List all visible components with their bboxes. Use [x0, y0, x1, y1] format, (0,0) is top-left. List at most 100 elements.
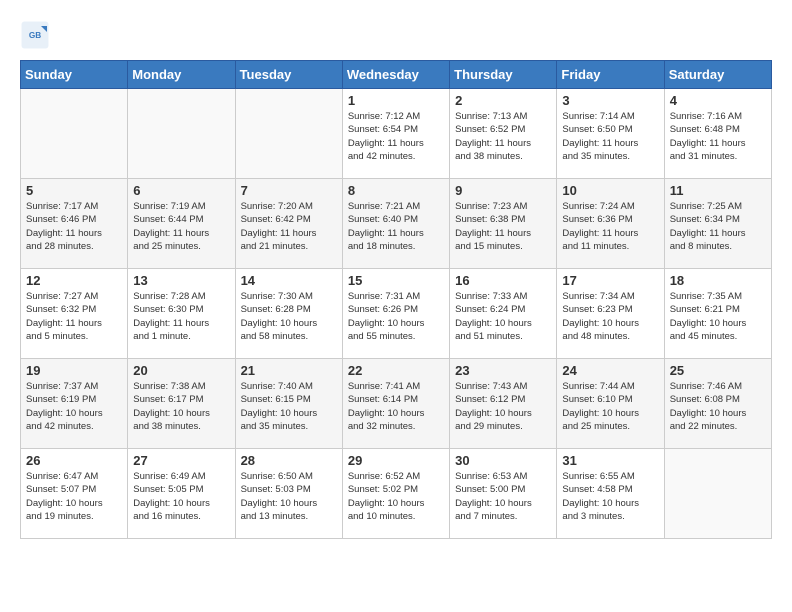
day-info: Sunrise: 7:46 AM Sunset: 6:08 PM Dayligh… [670, 380, 766, 433]
day-number: 22 [348, 363, 444, 378]
day-cell: 15 Sunrise: 7:31 AM Sunset: 6:26 PM Dayli… [342, 269, 449, 359]
day-info: Sunrise: 6:52 AM Sunset: 5:02 PM Dayligh… [348, 470, 444, 523]
day-info: Sunrise: 7:33 AM Sunset: 6:24 PM Dayligh… [455, 290, 551, 343]
day-number: 14 [241, 273, 337, 288]
day-cell: 2 Sunrise: 7:13 AM Sunset: 6:52 PM Daylig… [450, 89, 557, 179]
week-row-5: 26Sunrise: 6:47 AM Sunset: 5:07 PM Dayli… [21, 449, 772, 539]
day-info: Sunrise: 7:31 AM Sunset: 6:26 PM Dayligh… [348, 290, 444, 343]
day-cell: 28Sunrise: 6:50 AM Sunset: 5:03 PM Dayli… [235, 449, 342, 539]
day-cell: 21 Sunrise: 7:40 AM Sunset: 6:15 PM Dayli… [235, 359, 342, 449]
day-info: Sunrise: 7:28 AM Sunset: 6:30 PM Dayligh… [133, 290, 229, 343]
day-info: Sunrise: 7:43 AM Sunset: 6:12 PM Dayligh… [455, 380, 551, 433]
column-header-monday: Monday [128, 61, 235, 89]
day-info: Sunrise: 7:16 AM Sunset: 6:48 PM Dayligh… [670, 110, 766, 163]
day-info: Sunrise: 7:40 AM Sunset: 6:15 PM Dayligh… [241, 380, 337, 433]
column-header-thursday: Thursday [450, 61, 557, 89]
day-cell: 8 Sunrise: 7:21 AM Sunset: 6:40 PM Daylig… [342, 179, 449, 269]
day-number: 17 [562, 273, 658, 288]
week-row-2: 5 Sunrise: 7:17 AM Sunset: 6:46 PM Daylig… [21, 179, 772, 269]
day-cell: 25 Sunrise: 7:46 AM Sunset: 6:08 PM Dayli… [664, 359, 771, 449]
day-info: Sunrise: 6:49 AM Sunset: 5:05 PM Dayligh… [133, 470, 229, 523]
week-row-3: 12 Sunrise: 7:27 AM Sunset: 6:32 PM Dayli… [21, 269, 772, 359]
day-info: Sunrise: 7:34 AM Sunset: 6:23 PM Dayligh… [562, 290, 658, 343]
day-info: Sunrise: 7:27 AM Sunset: 6:32 PM Dayligh… [26, 290, 122, 343]
day-cell: 5 Sunrise: 7:17 AM Sunset: 6:46 PM Daylig… [21, 179, 128, 269]
day-number: 13 [133, 273, 229, 288]
day-cell: 9Sunrise: 7:23 AM Sunset: 6:38 PM Daylig… [450, 179, 557, 269]
column-header-friday: Friday [557, 61, 664, 89]
column-header-sunday: Sunday [21, 61, 128, 89]
day-info: Sunrise: 7:21 AM Sunset: 6:40 PM Dayligh… [348, 200, 444, 253]
day-cell: 24Sunrise: 7:44 AM Sunset: 6:10 PM Dayli… [557, 359, 664, 449]
day-info: Sunrise: 7:25 AM Sunset: 6:34 PM Dayligh… [670, 200, 766, 253]
day-number: 7 [241, 183, 337, 198]
calendar-table: SundayMondayTuesdayWednesdayThursdayFrid… [20, 60, 772, 539]
day-number: 11 [670, 183, 766, 198]
day-info: Sunrise: 7:35 AM Sunset: 6:21 PM Dayligh… [670, 290, 766, 343]
day-cell: 31Sunrise: 6:55 AM Sunset: 4:58 PM Dayli… [557, 449, 664, 539]
day-number: 2 [455, 93, 551, 108]
day-number: 5 [26, 183, 122, 198]
day-cell: 7 Sunrise: 7:20 AM Sunset: 6:42 PM Daylig… [235, 179, 342, 269]
day-cell: 6 Sunrise: 7:19 AM Sunset: 6:44 PM Daylig… [128, 179, 235, 269]
day-cell [235, 89, 342, 179]
page-header: GB [20, 20, 772, 50]
day-info: Sunrise: 7:14 AM Sunset: 6:50 PM Dayligh… [562, 110, 658, 163]
day-info: Sunrise: 7:19 AM Sunset: 6:44 PM Dayligh… [133, 200, 229, 253]
day-info: Sunrise: 6:47 AM Sunset: 5:07 PM Dayligh… [26, 470, 122, 523]
day-cell: 11 Sunrise: 7:25 AM Sunset: 6:34 PM Dayli… [664, 179, 771, 269]
day-info: Sunrise: 7:12 AM Sunset: 6:54 PM Dayligh… [348, 110, 444, 163]
day-cell: 1 Sunrise: 7:12 AM Sunset: 6:54 PM Daylig… [342, 89, 449, 179]
day-cell: 29Sunrise: 6:52 AM Sunset: 5:02 PM Dayli… [342, 449, 449, 539]
day-number: 18 [670, 273, 766, 288]
day-cell: 14Sunrise: 7:30 AM Sunset: 6:28 PM Dayli… [235, 269, 342, 359]
day-info: Sunrise: 7:38 AM Sunset: 6:17 PM Dayligh… [133, 380, 229, 433]
day-info: Sunrise: 7:17 AM Sunset: 6:46 PM Dayligh… [26, 200, 122, 253]
day-cell [21, 89, 128, 179]
day-cell: 12 Sunrise: 7:27 AM Sunset: 6:32 PM Dayli… [21, 269, 128, 359]
day-info: Sunrise: 7:23 AM Sunset: 6:38 PM Dayligh… [455, 200, 551, 253]
logo: GB [20, 20, 54, 50]
day-cell: 3 Sunrise: 7:14 AM Sunset: 6:50 PM Daylig… [557, 89, 664, 179]
day-cell: 16 Sunrise: 7:33 AM Sunset: 6:24 PM Dayli… [450, 269, 557, 359]
day-number: 12 [26, 273, 122, 288]
day-cell: 19Sunrise: 7:37 AM Sunset: 6:19 PM Dayli… [21, 359, 128, 449]
day-cell: 23 Sunrise: 7:43 AM Sunset: 6:12 PM Dayli… [450, 359, 557, 449]
day-number: 3 [562, 93, 658, 108]
day-number: 10 [562, 183, 658, 198]
day-info: Sunrise: 6:53 AM Sunset: 5:00 PM Dayligh… [455, 470, 551, 523]
day-cell: 10 Sunrise: 7:24 AM Sunset: 6:36 PM Dayli… [557, 179, 664, 269]
day-cell: 20Sunrise: 7:38 AM Sunset: 6:17 PM Dayli… [128, 359, 235, 449]
day-info: Sunrise: 6:50 AM Sunset: 5:03 PM Dayligh… [241, 470, 337, 523]
day-number: 21 [241, 363, 337, 378]
day-info: Sunrise: 7:44 AM Sunset: 6:10 PM Dayligh… [562, 380, 658, 433]
day-cell: 17 Sunrise: 7:34 AM Sunset: 6:23 PM Dayli… [557, 269, 664, 359]
week-row-1: 1 Sunrise: 7:12 AM Sunset: 6:54 PM Daylig… [21, 89, 772, 179]
day-number: 6 [133, 183, 229, 198]
logo-icon: GB [20, 20, 50, 50]
day-number: 8 [348, 183, 444, 198]
header-row: SundayMondayTuesdayWednesdayThursdayFrid… [21, 61, 772, 89]
column-header-saturday: Saturday [664, 61, 771, 89]
day-info: Sunrise: 7:13 AM Sunset: 6:52 PM Dayligh… [455, 110, 551, 163]
day-number: 4 [670, 93, 766, 108]
week-row-4: 19Sunrise: 7:37 AM Sunset: 6:19 PM Dayli… [21, 359, 772, 449]
day-number: 15 [348, 273, 444, 288]
day-cell: 13 Sunrise: 7:28 AM Sunset: 6:30 PM Dayli… [128, 269, 235, 359]
day-cell [664, 449, 771, 539]
svg-text:GB: GB [29, 31, 41, 40]
day-info: Sunrise: 7:20 AM Sunset: 6:42 PM Dayligh… [241, 200, 337, 253]
day-number: 23 [455, 363, 551, 378]
day-number: 16 [455, 273, 551, 288]
day-number: 30 [455, 453, 551, 468]
day-number: 1 [348, 93, 444, 108]
day-cell: 30 Sunrise: 6:53 AM Sunset: 5:00 PM Dayli… [450, 449, 557, 539]
day-number: 31 [562, 453, 658, 468]
day-number: 25 [670, 363, 766, 378]
day-info: Sunrise: 7:24 AM Sunset: 6:36 PM Dayligh… [562, 200, 658, 253]
day-cell: 4 Sunrise: 7:16 AM Sunset: 6:48 PM Daylig… [664, 89, 771, 179]
day-info: Sunrise: 7:37 AM Sunset: 6:19 PM Dayligh… [26, 380, 122, 433]
day-cell: 22Sunrise: 7:41 AM Sunset: 6:14 PM Dayli… [342, 359, 449, 449]
day-number: 27 [133, 453, 229, 468]
column-header-wednesday: Wednesday [342, 61, 449, 89]
